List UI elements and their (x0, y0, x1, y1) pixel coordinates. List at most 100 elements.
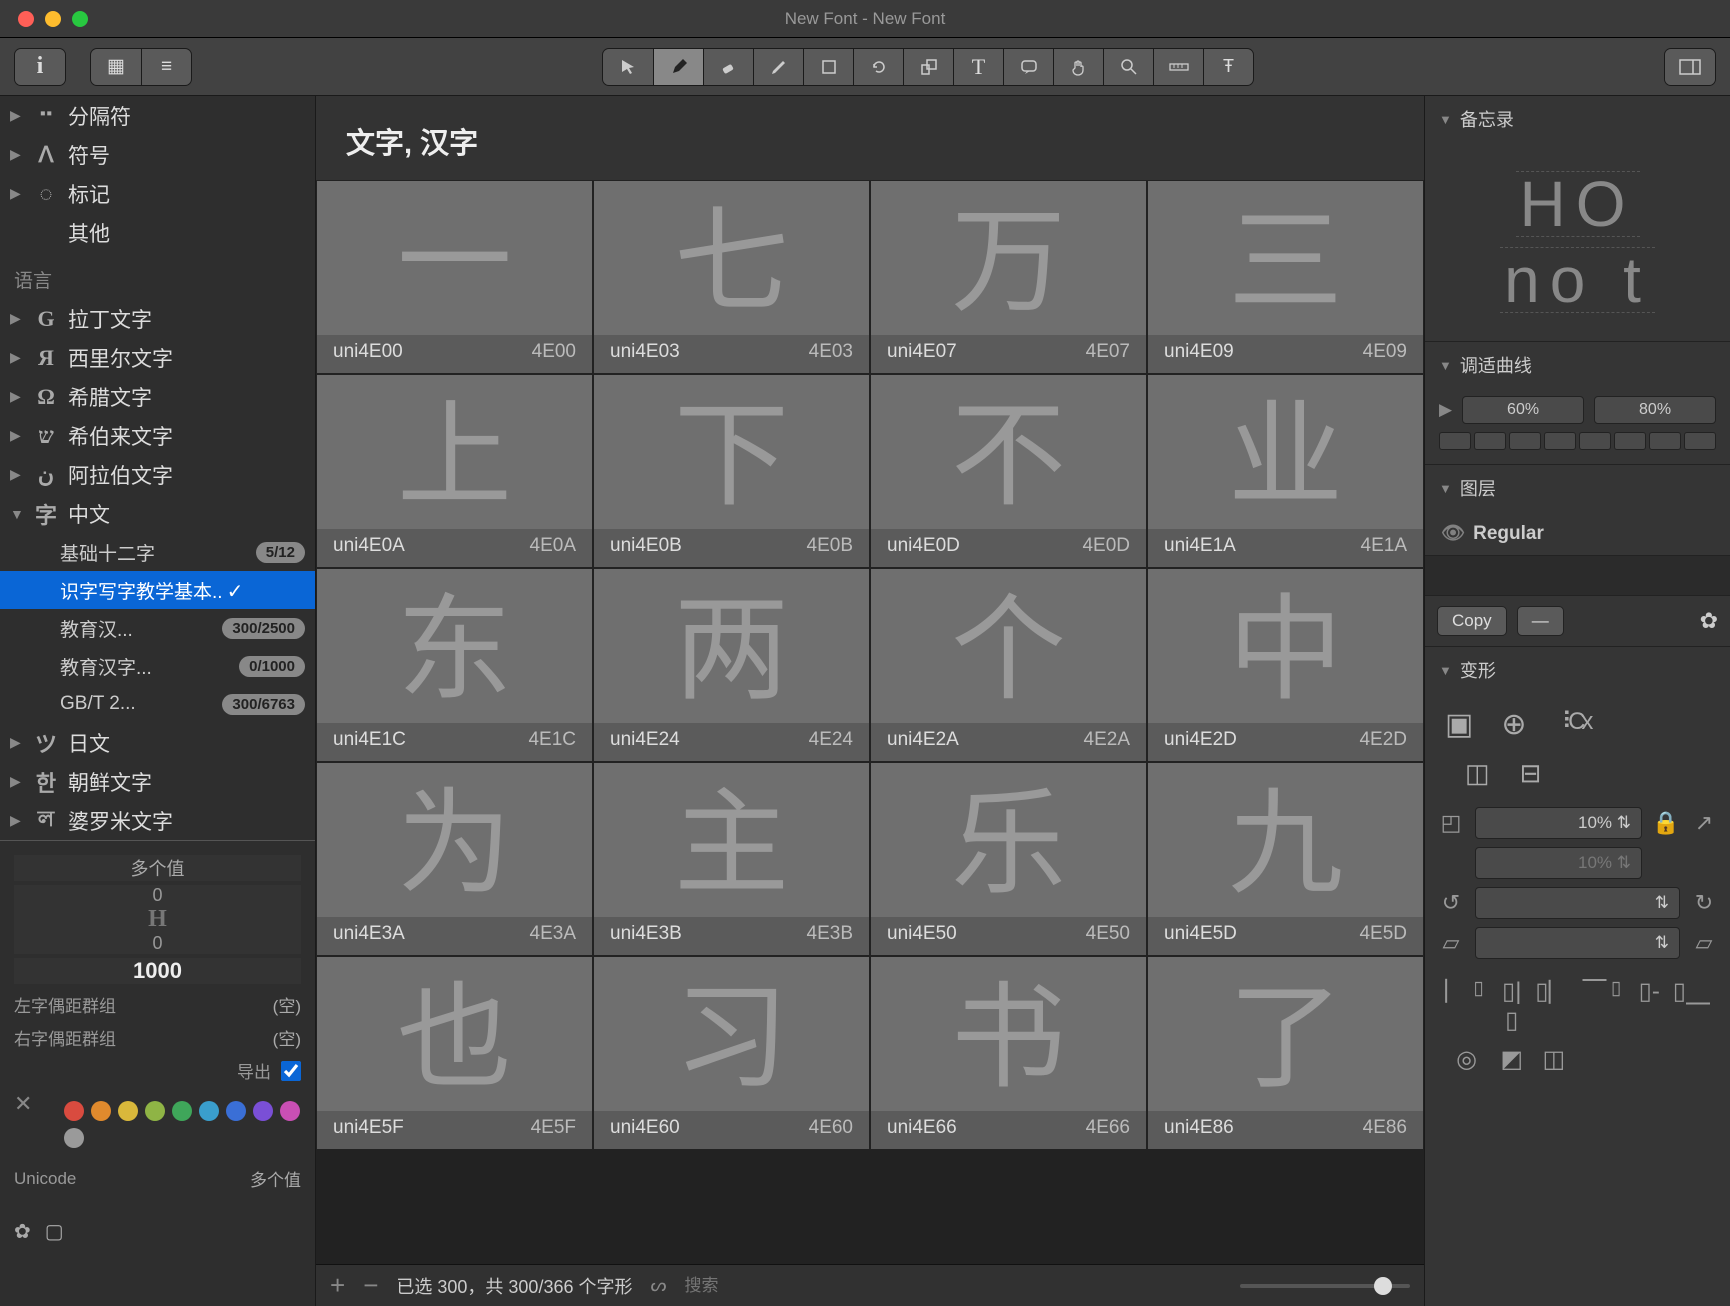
color-swatch[interactable] (172, 1101, 192, 1121)
align-right-icon[interactable]: ▯⎸ (1535, 977, 1572, 1035)
panel-layer-header[interactable]: ▼图层 (1425, 465, 1730, 511)
origin-center-icon[interactable]: ⊕ (1501, 707, 1526, 742)
glyph-cell[interactable]: 书uni4E664E66 (871, 957, 1146, 1149)
info-button[interactable]: i (15, 49, 65, 85)
align-top-icon[interactable]: ⎺▯ (1583, 977, 1626, 1035)
sidebar-sub-item[interactable]: 识字写字教学基本..✓ (0, 571, 315, 609)
layer-settings-icon[interactable]: ✿ (1700, 608, 1718, 634)
erase-tool[interactable] (703, 49, 753, 85)
scale-tool[interactable] (903, 49, 953, 85)
toggle-right-panel[interactable] (1665, 49, 1715, 85)
remove-glyph-button[interactable]: − (363, 1270, 378, 1301)
glyph-cell[interactable]: 主uni4E3B4E3B (594, 763, 869, 955)
close-window-button[interactable] (18, 11, 34, 27)
scale-x-field[interactable]: 10% ⇅ (1475, 807, 1642, 839)
sidebar-item[interactable]: ▶Я西里尔文字 (0, 338, 315, 377)
settings-gear-icon[interactable]: ✿ (14, 1219, 31, 1244)
zoom-slider[interactable] (1240, 1284, 1410, 1288)
sidebar-sub-item[interactable]: 教育汉...300/2500 (0, 609, 315, 647)
rotate-ccw-icon[interactable]: ↺ (1437, 890, 1465, 916)
align-bottom-icon[interactable]: ▯⎽ (1673, 977, 1710, 1035)
minimize-window-button[interactable] (45, 11, 61, 27)
panel-curve-header[interactable]: ▼调适曲线 (1425, 342, 1730, 388)
origin-bbox-icon[interactable]: ▣ (1445, 707, 1473, 742)
bool-union-icon[interactable]: ◎ (1445, 1045, 1488, 1074)
flip-h-icon[interactable]: ◫ (1465, 758, 1490, 789)
color-swatch[interactable] (64, 1128, 84, 1148)
sidebar-item[interactable]: ▶ল婆罗米文字 (0, 801, 315, 840)
glyph-cell[interactable]: 两uni4E244E24 (594, 569, 869, 761)
glyph-cell[interactable]: 下uni4E0B4E0B (594, 375, 869, 567)
curve-lo-field[interactable]: 60% (1462, 396, 1584, 424)
grid-view-button[interactable]: ▦ (91, 49, 141, 85)
color-swatch[interactable] (91, 1101, 111, 1121)
glyph-cell[interactable]: 了uni4E864E86 (1148, 957, 1423, 1149)
zoom-tool[interactable] (1103, 49, 1153, 85)
glyph-cell[interactable]: 九uni4E5D4E5D (1148, 763, 1423, 955)
glyph-cell[interactable]: 三uni4E094E09 (1148, 181, 1423, 373)
scale-y-field[interactable]: 10% ⇅ (1475, 847, 1642, 879)
align-vcenter-icon[interactable]: ▯- (1636, 977, 1663, 1035)
glyph-cell[interactable]: 东uni4E1C4E1C (317, 569, 592, 761)
sidebar-item[interactable]: ▶G拉丁文字 (0, 299, 315, 338)
sidebar-item-other[interactable]: 其他 (0, 213, 315, 252)
color-swatch[interactable] (280, 1101, 300, 1121)
bool-subtract-icon[interactable]: ◩ (1498, 1045, 1525, 1074)
bool-intersect-icon[interactable]: ◫ (1535, 1045, 1572, 1074)
annotate-tool[interactable] (1003, 49, 1053, 85)
pencil-tool[interactable] (753, 49, 803, 85)
list-view-button[interactable]: ≡ (141, 49, 191, 85)
sidebar-item[interactable]: ▶⠒分隔符 (0, 96, 315, 135)
clear-color-button[interactable]: ✕ (14, 1091, 32, 1117)
eye-icon[interactable]: 👁 (1441, 523, 1465, 544)
zoom-window-button[interactable] (72, 11, 88, 27)
glyph-cell[interactable]: 为uni4E3A4E3A (317, 763, 592, 955)
select-tool[interactable] (603, 49, 653, 85)
archive-icon[interactable]: ▢ (45, 1219, 64, 1244)
search-input[interactable] (685, 1276, 935, 1296)
truetype-tool[interactable]: Ŧ (1203, 49, 1253, 85)
apply-scale-icon[interactable]: ↗ (1690, 810, 1718, 836)
color-swatch[interactable] (118, 1101, 138, 1121)
color-swatch[interactable] (64, 1101, 84, 1121)
measure-tool[interactable] (1153, 49, 1203, 85)
glyph-cell[interactable]: 中uni4E2D4E2D (1148, 569, 1423, 761)
pen-tool[interactable] (653, 49, 703, 85)
sidebar-item[interactable]: ▶ש希伯来文字 (0, 416, 315, 455)
align-hcenter-icon[interactable]: ▯|▯ (1498, 977, 1525, 1035)
primitive-tool[interactable] (803, 49, 853, 85)
panel-transform-header[interactable]: ▼变形 (1425, 647, 1730, 693)
slant-right-icon[interactable]: ▱ (1690, 930, 1718, 956)
add-glyph-button[interactable]: + (330, 1270, 345, 1301)
glyph-cell[interactable]: 万uni4E074E07 (871, 181, 1146, 373)
color-swatch[interactable] (145, 1101, 165, 1121)
align-left-icon[interactable]: ⎸▯ (1445, 977, 1488, 1035)
hand-tool[interactable] (1053, 49, 1103, 85)
text-tool[interactable]: T (953, 49, 1003, 85)
color-swatch[interactable] (253, 1101, 273, 1121)
color-swatch[interactable] (226, 1101, 246, 1121)
sidebar-item[interactable]: ▶ⴷ符号 (0, 135, 315, 174)
sidebar-item[interactable]: ▶ن阿拉伯文字 (0, 455, 315, 494)
delete-layer-button[interactable]: — (1517, 606, 1564, 636)
origin-cap-icon[interactable]: ⠸Cx (1555, 707, 1590, 742)
glyph-cell[interactable]: 七uni4E034E03 (594, 181, 869, 373)
lock-icon[interactable]: 🔒 (1652, 810, 1680, 836)
rotate-field[interactable]: ⇅ (1475, 887, 1680, 919)
rotate-tool[interactable] (853, 49, 903, 85)
copy-layer-button[interactable]: Copy (1437, 606, 1507, 636)
slant-field[interactable]: ⇅ (1475, 927, 1680, 959)
flip-v-icon[interactable]: ⊟ (1520, 758, 1542, 789)
curve-hi-field[interactable]: 80% (1594, 396, 1716, 424)
sidebar-item-chinese[interactable]: ▼字中文 (0, 494, 315, 533)
glyph-cell[interactable]: 习uni4E604E60 (594, 957, 869, 1149)
curve-steps[interactable] (1439, 432, 1716, 450)
sidebar-item[interactable]: ▶ツ日文 (0, 723, 315, 762)
glyph-grid[interactable]: 一uni4E004E00七uni4E034E03万uni4E074E07三uni… (316, 180, 1424, 1264)
sidebar-item[interactable]: ▶한朝鲜文字 (0, 762, 315, 801)
glyph-cell[interactable]: 也uni4E5F4E5F (317, 957, 592, 1149)
rotate-cw-icon[interactable]: ↻ (1690, 890, 1718, 916)
export-checkbox[interactable] (281, 1061, 301, 1081)
layer-item[interactable]: 👁Regular (1425, 511, 1730, 556)
glyph-cell[interactable]: 一uni4E004E00 (317, 181, 592, 373)
